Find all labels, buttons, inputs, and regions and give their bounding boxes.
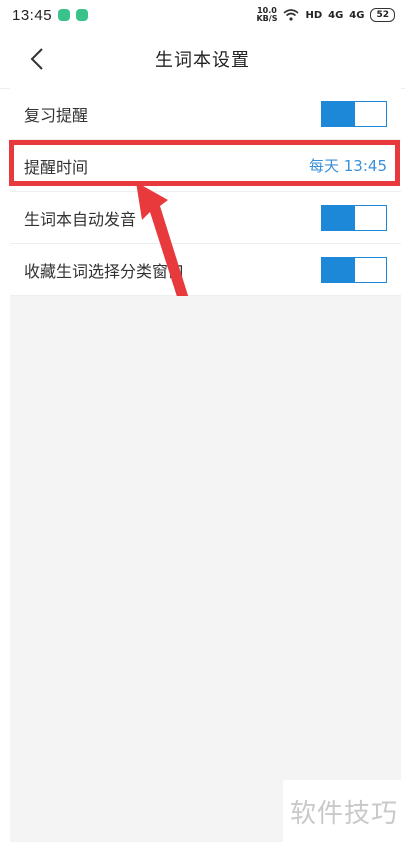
page-title: 生词本设置 [155,50,250,71]
message-notification-icon [76,9,89,21]
signal-4g-icon: 4G [328,9,344,21]
auto-pronounce-toggle[interactable] [321,204,387,231]
category-window-toggle[interactable] [321,256,387,283]
battery-icon: 52 [370,8,395,22]
net-speed: 10.0 KB/S [256,7,277,23]
review-reminder-toggle[interactable] [321,100,387,127]
setting-label: 生词本自动发音 [24,209,137,229]
setting-label: 复习提醒 [24,105,89,125]
setting-label: 提醒时间 [24,157,89,177]
setting-row-category-window: 收藏生词选择分类窗口 [10,244,401,296]
status-bar: 13:45 10.0 KB/S HD 4G 4G 52 [0,0,405,30]
app-notification-icon [58,9,71,21]
header: 生词本设置 [0,30,405,89]
empty-content-area [10,296,401,842]
setting-row-auto-pronounce: 生词本自动发音 [10,192,401,244]
net-speed-unit: KB/S [256,14,278,23]
setting-row-reminder-time[interactable]: 提醒时间 每天 13:45 [10,140,401,192]
chevron-left-icon [30,48,43,70]
watermark: 软件技巧 [283,780,405,842]
wifi-icon [283,9,299,21]
settings-list: 复习提醒 提醒时间 每天 13:45 生词本自动发音 收藏生词选择分类窗口 [10,88,401,296]
hd-label: HD [305,9,323,21]
reminder-time-value[interactable]: 每天 13:45 [309,155,387,176]
status-time: 13:45 [12,6,53,24]
back-button[interactable] [22,44,52,74]
setting-row-review-reminder: 复习提醒 [10,88,401,140]
setting-label: 收藏生词选择分类窗口 [24,261,185,281]
signal-4g-icon-2: 4G [349,9,365,21]
